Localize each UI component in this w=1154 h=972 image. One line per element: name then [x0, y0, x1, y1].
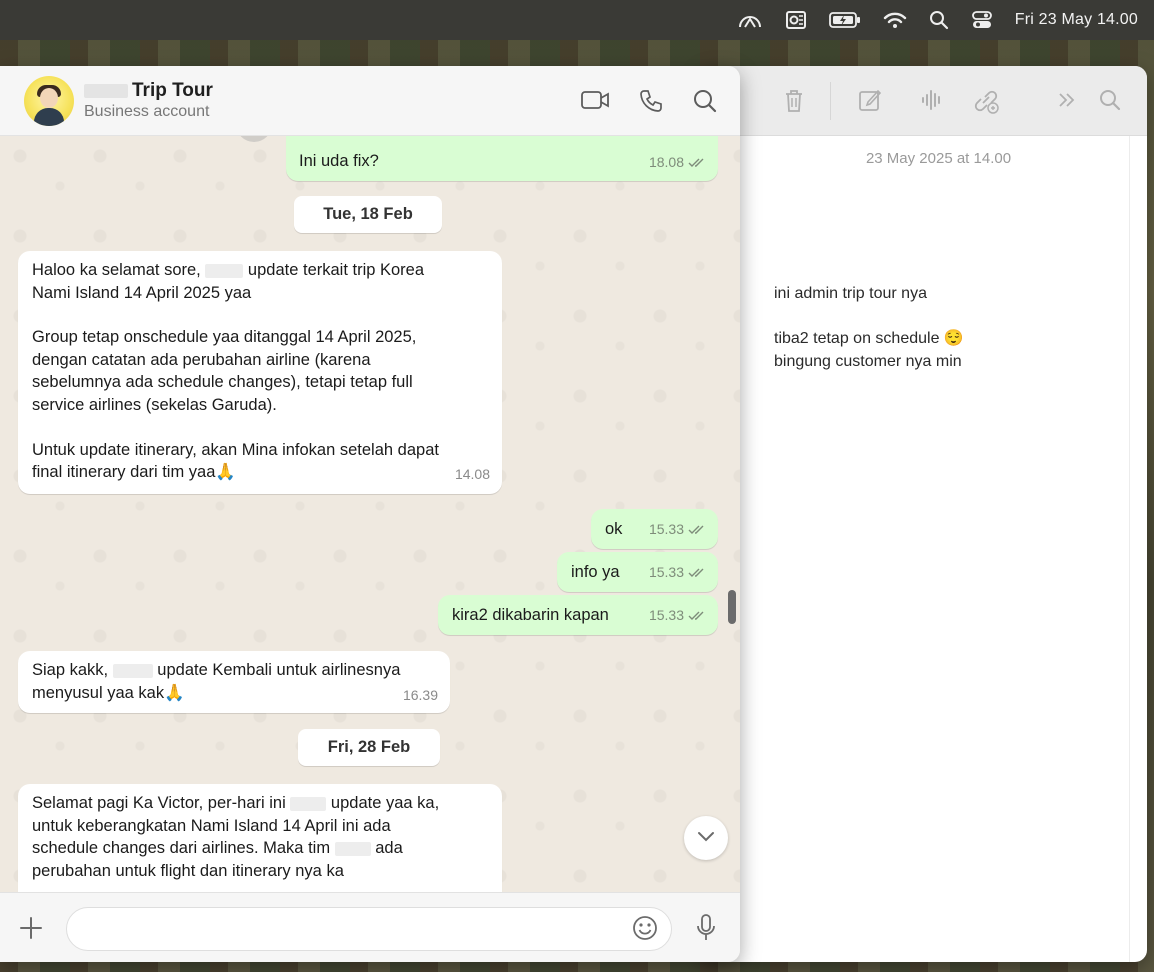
- whatsapp-window: Trip Tour Business account Ini uda fix? …: [0, 66, 740, 962]
- search-icon[interactable]: [1098, 88, 1122, 117]
- message-bubble-incoming[interactable]: Selamat pagi Ka Victor, per-hari ini x u…: [18, 784, 502, 892]
- message-bubble-outgoing[interactable]: ok 15.33: [591, 509, 718, 549]
- contact-name[interactable]: Trip Tour: [84, 80, 213, 102]
- note-line: bingung customer nya min: [774, 353, 962, 370]
- message-bubble-incoming[interactable]: Siap kakk, x update Kembali untuk airlin…: [18, 651, 450, 713]
- note-body[interactable]: ini admin trip tour nya tiba2 tetap on s…: [774, 282, 964, 373]
- date-separator: Tue, 18 Feb: [294, 196, 442, 233]
- note-line: ini admin trip tour nya: [774, 285, 927, 302]
- date-separator: Fri, 28 Feb: [298, 729, 440, 766]
- redacted-text: [84, 83, 128, 98]
- message-text: info ya: [571, 563, 620, 581]
- wifi-icon[interactable]: [883, 11, 907, 29]
- message-bubble-outgoing[interactable]: Ini uda fix? 18.08: [286, 136, 718, 181]
- audio-icon[interactable]: [920, 88, 944, 117]
- video-call-icon[interactable]: [580, 88, 610, 117]
- microphone-icon[interactable]: [694, 913, 718, 948]
- double-check-icon: [688, 519, 706, 542]
- message-text: Selamat pagi Ka Victor, per-hari ini x u…: [32, 794, 440, 880]
- control-center-icon[interactable]: [971, 10, 993, 30]
- compose-icon[interactable]: [858, 88, 882, 117]
- cloud-arc-icon[interactable]: [737, 10, 763, 30]
- message-list[interactable]: Ini uda fix? 18.08 Tue, 18 Feb Haloo ka …: [0, 136, 740, 892]
- message-meta: 15.33: [649, 604, 706, 628]
- menu-bar: Fri 23 May 14.00: [0, 0, 1154, 40]
- redacted-text: x: [334, 841, 371, 856]
- trash-icon[interactable]: [782, 88, 806, 119]
- message-meta: 18.08: [649, 151, 706, 175]
- notes-toolbar: [700, 66, 1147, 136]
- link-icon[interactable]: [972, 88, 1000, 119]
- notes-window: 23 May 2025 at 14.00 ini admin trip tour…: [700, 66, 1147, 962]
- chat-header: Trip Tour Business account: [0, 66, 740, 136]
- message-time: 14.08: [454, 466, 490, 483]
- outlook-icon[interactable]: [785, 10, 807, 30]
- avatar[interactable]: [24, 76, 74, 126]
- message-text: ok: [605, 520, 623, 538]
- message-text: kira2 dikabarin kapan: [452, 606, 609, 624]
- redacted-text: x: [290, 796, 327, 811]
- double-check-icon: [688, 562, 706, 585]
- notes-scrollbar[interactable]: [1129, 136, 1147, 962]
- message-input[interactable]: [66, 907, 672, 951]
- double-check-icon: [688, 605, 706, 628]
- message-meta: 15.33: [649, 561, 706, 585]
- more-icon[interactable]: [1056, 88, 1078, 117]
- message-bubble-outgoing[interactable]: kira2 dikabarin kapan 15.33: [438, 595, 718, 635]
- message-time: 16.39: [402, 687, 438, 704]
- toolbar-divider: [830, 82, 831, 120]
- search-icon[interactable]: [692, 88, 718, 119]
- note-line: tiba2 tetap on schedule 😌: [774, 330, 964, 347]
- redacted-text: x: [205, 263, 244, 278]
- menu-bar-clock[interactable]: Fri 23 May 14.00: [1015, 11, 1138, 29]
- voice-call-icon[interactable]: [638, 88, 664, 119]
- composer-bar: [0, 892, 740, 962]
- message-text: Siap kakk, x update Kembali untuk airlin…: [32, 661, 401, 702]
- contact-subtitle: Business account: [84, 103, 210, 120]
- message-meta: 15.33: [649, 518, 706, 542]
- scroll-to-bottom-button[interactable]: [684, 816, 728, 860]
- sender-avatar-fragment: [236, 136, 272, 142]
- emoji-icon[interactable]: [632, 915, 658, 946]
- double-check-icon: [688, 152, 706, 175]
- message-bubble-outgoing[interactable]: info ya 15.33: [557, 552, 718, 592]
- note-date: 23 May 2025 at 14.00: [865, 150, 1012, 167]
- message-bubble-incoming[interactable]: Haloo ka selamat sore, x update terkait …: [18, 251, 502, 494]
- chat-scrollbar[interactable]: [728, 590, 736, 624]
- message-text: Haloo ka selamat sore, x update terkait …: [32, 261, 439, 482]
- message-text: Ini uda fix?: [299, 152, 379, 170]
- chevron-down-icon: [697, 829, 715, 847]
- search-icon[interactable]: [929, 10, 949, 30]
- battery-icon[interactable]: [828, 11, 861, 29]
- plus-icon[interactable]: [18, 915, 44, 946]
- redacted-text: x: [112, 663, 153, 678]
